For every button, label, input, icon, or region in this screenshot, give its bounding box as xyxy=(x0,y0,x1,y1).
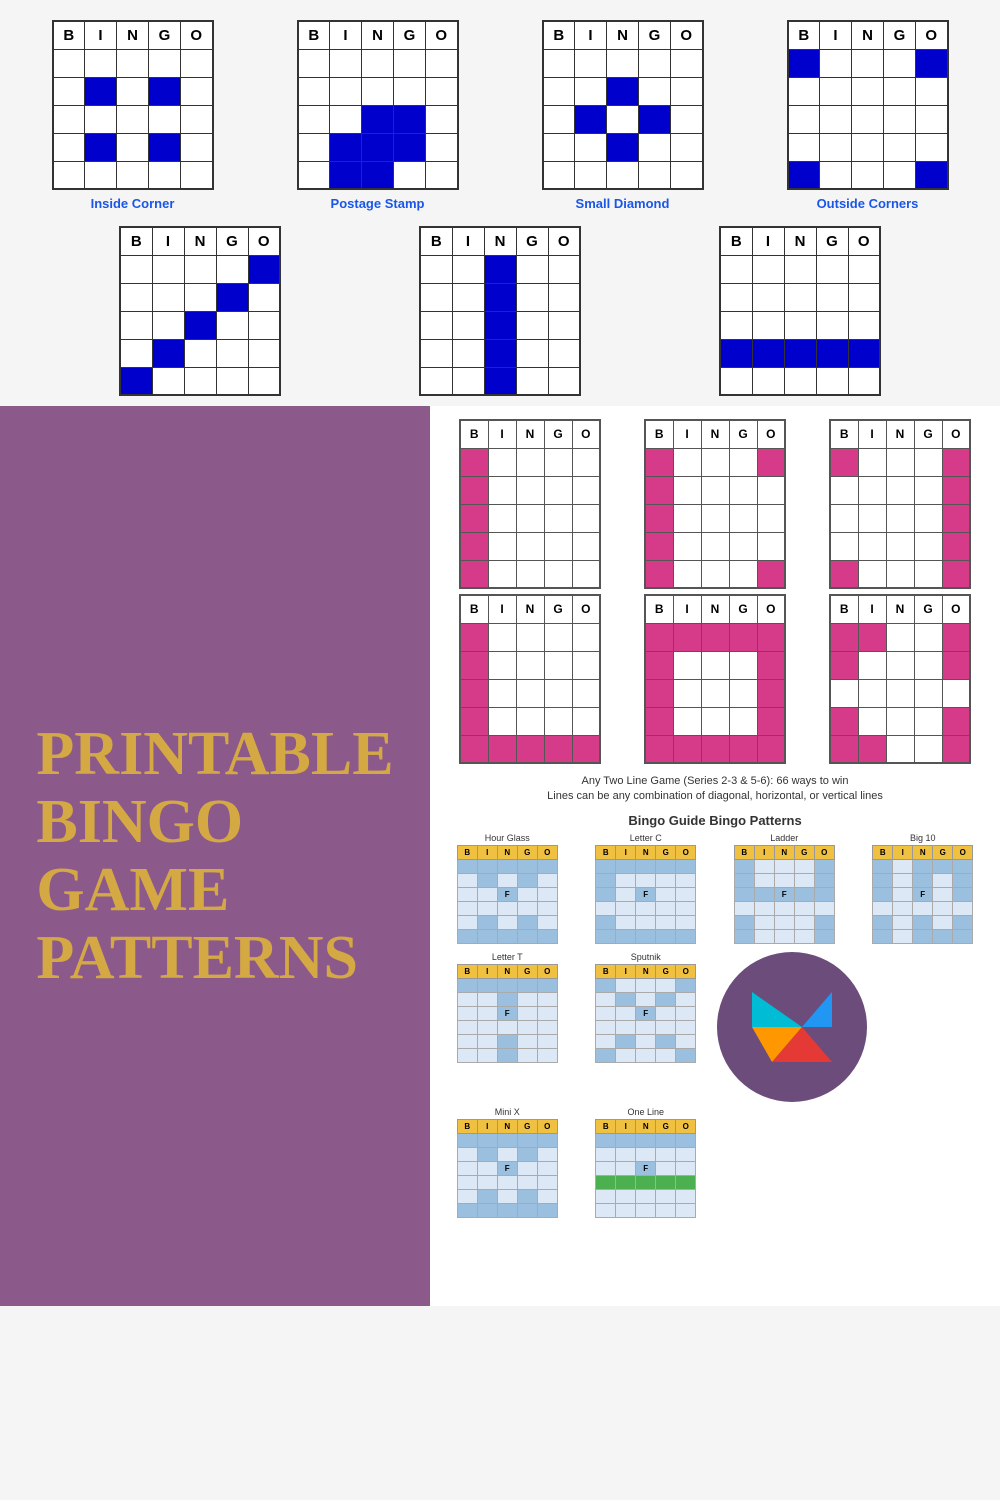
guide-row-3: Mini X BINGOF One Line BINGOF xyxy=(440,1107,990,1218)
logo-circle xyxy=(717,952,867,1102)
guide-card-wrap: Hour Glass BINGOF xyxy=(440,833,575,944)
pink-card-wrap: BINGO xyxy=(810,419,990,589)
guide-card-label: Letter C xyxy=(630,833,662,843)
guide-card-label: Letter T xyxy=(492,952,523,962)
two-line-text-row: Any Two Line Game (Series 2-3 & 5-6): 66… xyxy=(440,774,990,789)
purple-title-line: GAME xyxy=(36,856,393,924)
guide-bingo-table: BINGOF xyxy=(457,964,558,1063)
card-label: Inside Corner xyxy=(91,196,175,211)
pink-card-wrap: BINGO xyxy=(810,594,990,764)
pink-card-wrap: BINGO xyxy=(440,594,620,764)
middle-cards-row: BINGO BINGO BINGO xyxy=(10,226,990,396)
card-label: Postage Stamp xyxy=(331,196,425,211)
purple-title-line: PATTERNS xyxy=(36,924,393,992)
guide-card-wrap: Mini X BINGOF xyxy=(440,1107,575,1218)
guide-card-wrap: Big 10 BINGOF xyxy=(856,833,991,944)
guide-row-2: Letter T BINGOF Sputnik BINGOF xyxy=(440,952,990,1102)
purple-title-line: PRINTABLE xyxy=(36,720,393,788)
bingo-guide-label: Bingo Guide xyxy=(628,813,705,828)
purple-title-line: BINGO xyxy=(36,788,393,856)
guide-bingo-table: BINGOF xyxy=(595,845,696,944)
top-cards-row: BINGOInside Corner BINGOPostage Stamp BING… xyxy=(10,20,990,211)
pink-card-wrap: BINGO xyxy=(625,419,805,589)
guide-card-wrap: Ladder BINGOF xyxy=(717,833,852,944)
pink-cards-grid: BINGOBINGOBINGOBINGOBINGOBINGO xyxy=(440,419,990,764)
guide-card-label: Mini X xyxy=(495,1107,520,1117)
guide-card-label: Big 10 xyxy=(910,833,936,843)
card-label: Outside Corners xyxy=(817,196,919,211)
purple-panel: PRINTABLEBINGOGAMEPATTERNS xyxy=(0,406,430,1306)
top-card-container: BINGOPostage Stamp xyxy=(297,20,459,211)
bottom-split: PRINTABLEBINGOGAMEPATTERNS BINGOBINGOBIN… xyxy=(0,406,1000,1306)
guide-bingo-table: BINGOF xyxy=(595,1119,696,1218)
top-section: BINGOInside CornerBINGOPostage StampBING… xyxy=(0,0,1000,406)
guide-card-label: Sputnik xyxy=(631,952,661,962)
top-card-container: BINGOInside Corner xyxy=(52,20,214,211)
guide-cards-grid: Hour Glass BINGOF Letter C BINGOF Ladder BING… xyxy=(440,833,990,944)
guide-card-wrap: Letter C BINGOF xyxy=(579,833,714,944)
card-label: Small Diamond xyxy=(576,196,670,211)
two-line-text-row: Lines can be any combination of diagonal… xyxy=(440,789,990,804)
top-card-container: BINGOSmall Diamond xyxy=(542,20,704,211)
guide-card-label: One Line xyxy=(627,1107,664,1117)
middle-card-container: BINGO xyxy=(419,226,581,396)
pink-card-wrap: BINGO xyxy=(440,419,620,589)
purple-title: PRINTABLEBINGOGAMEPATTERNS xyxy=(36,720,393,993)
guide-bingo-table: BINGOF xyxy=(872,845,973,944)
bingo-guide-bold: Bingo Patterns xyxy=(709,813,801,828)
bingo-guide-title: Bingo Guide Bingo Patterns xyxy=(440,813,990,828)
right-content: BINGOBINGOBINGOBINGOBINGOBINGO Any Two L… xyxy=(430,406,1000,1306)
guide-bingo-table: BINGOF xyxy=(457,1119,558,1218)
guide-bingo-table: BINGOF xyxy=(457,845,558,944)
guide-card-label: Ladder xyxy=(770,833,798,843)
guide-bingo-table: BINGOF xyxy=(595,964,696,1063)
guide-bingo-table: BINGOF xyxy=(734,845,835,944)
guide-card-label: Hour Glass xyxy=(485,833,530,843)
pink-card-wrap: BINGO xyxy=(625,594,805,764)
top-card-container: BINGOOutside Corners xyxy=(787,20,949,211)
guide-card-wrap: Sputnik BINGOF xyxy=(579,952,714,1102)
middle-card-container: BINGO xyxy=(719,226,881,396)
guide-card-wrap: One Line BINGOF xyxy=(579,1107,714,1218)
middle-card-container: BINGO xyxy=(119,226,281,396)
guide-card-wrap: Letter T BINGOF xyxy=(440,952,575,1102)
two-line-text: Any Two Line Game (Series 2-3 & 5-6): 66… xyxy=(440,774,990,805)
